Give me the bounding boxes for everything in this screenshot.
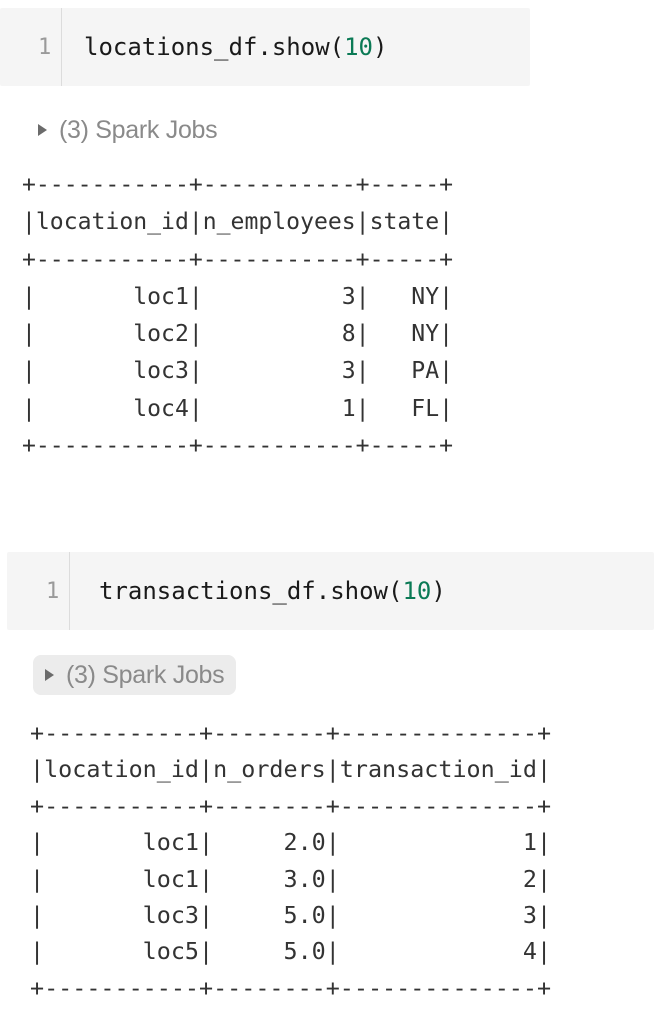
output-line: | loc2| 8| NY| [22,321,454,348]
output-line: | loc1| 3| NY| [22,283,454,310]
output-line: +-----------+--------+--------------+ [30,719,552,747]
code-text: locations_df.show( [84,33,345,61]
output-line: | loc3| 3| PA| [22,358,454,385]
cell-output-table: +-----------+--------+--------------+ |lo… [30,715,551,1006]
line-number: 1 [38,34,52,60]
code-text-suffix: ) [431,577,446,605]
code-cell-locations[interactable]: 1 locations_df.show(10) [0,8,530,86]
output-line: | loc1| 2.0| 1| [30,828,552,857]
code-text-suffix: ) [373,33,388,61]
code-number-literal: 10 [344,33,373,61]
triangle-right-icon [38,124,47,136]
line-number-gutter [7,552,70,630]
code-editor[interactable]: locations_df.show(10) [84,8,387,86]
spark-jobs-toggle[interactable]: (3) Spark Jobs [38,112,218,148]
output-line: |location_id|n_orders|transaction_id| [30,755,552,784]
code-cell-transactions[interactable]: 1 transactions_df.show(10) [7,552,654,630]
output-line: | loc3| 5.0| 3| [30,901,552,930]
output-line: | loc5| 5.0| 4| [30,937,552,966]
triangle-right-icon [45,669,54,681]
spark-jobs-label: (3) Spark Jobs [59,115,218,144]
output-line: +-----------+--------+--------------+ [30,791,552,820]
output-line: | loc4| 1| FL| [22,395,454,422]
output-line: |location_id|n_employees|state| [22,209,454,236]
output-line: +-----------+-----------+-----+ [22,172,454,198]
spark-jobs-label: (3) Spark Jobs [66,660,225,689]
spark-jobs-toggle[interactable]: (3) Spark Jobs [33,655,237,695]
code-text: transactions_df.show( [99,577,403,605]
line-number: 1 [46,578,60,604]
cell-output-table: +-----------+-----------+-----+ |location… [22,167,453,465]
code-number-literal: 10 [402,577,432,605]
output-line: +-----------+-----------+-----+ [22,433,454,460]
output-line: | loc1| 3.0| 2| [30,864,552,893]
code-editor[interactable]: transactions_df.show(10) [99,552,446,630]
output-line: +-----------+--------+--------------+ [30,973,552,1002]
line-number-gutter [0,8,62,86]
output-line: +-----------+-----------+-----+ [22,246,454,273]
